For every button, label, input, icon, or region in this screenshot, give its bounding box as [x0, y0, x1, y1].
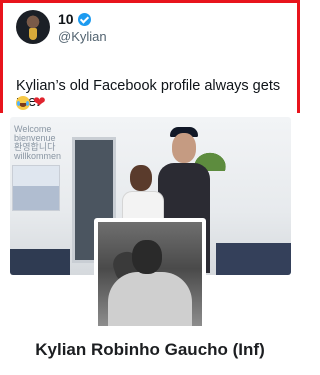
head [172, 133, 196, 163]
emoji-row: ❤ [16, 94, 46, 111]
verified-badge-icon [77, 12, 91, 26]
tweet-text: Kylian’s old Facebook profile always get… [16, 78, 281, 110]
facebook-profile-screenshot: Welcome bienvenue 환영합니다 willkommen Kylia… [0, 113, 300, 375]
display-name[interactable]: 10 [58, 11, 74, 27]
sofa-right [216, 243, 291, 275]
user-handle[interactable]: @Kylian [58, 29, 107, 44]
red-heart-emoji-icon: ❤ [33, 94, 46, 111]
wall-poster [12, 165, 60, 211]
laughing-emoji-icon [16, 96, 30, 110]
profile-picture[interactable] [94, 218, 206, 330]
face [132, 240, 162, 274]
name-row: 10 [58, 11, 91, 27]
shirt [108, 272, 192, 326]
tweet-card: 10 @Kylian Kylian’s old Facebook profile… [0, 0, 300, 119]
cover-wall-text: Welcome bienvenue 환영합니다 willkommen [14, 124, 62, 161]
head [130, 165, 152, 191]
profile-picture-photo [98, 222, 202, 326]
trophy-icon [29, 28, 37, 40]
sofa-left [10, 249, 70, 275]
user-avatar[interactable] [16, 10, 50, 44]
profile-name: Kylian Robinho Gaucho (Inf) [35, 340, 265, 359]
